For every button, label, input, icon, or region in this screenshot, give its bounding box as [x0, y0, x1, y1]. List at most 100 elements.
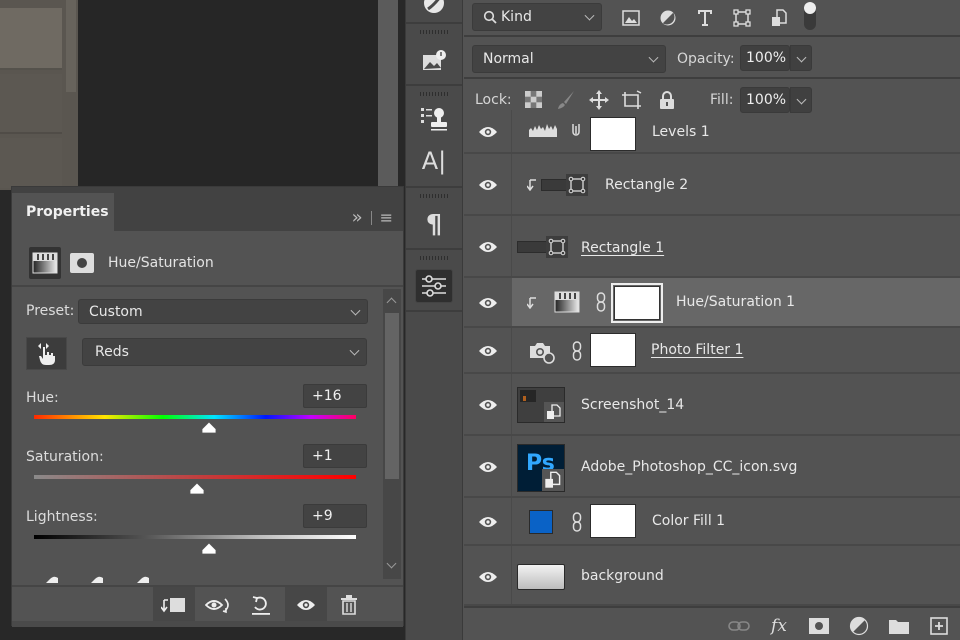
eyedropper-subtract-icon[interactable] [136, 575, 150, 583]
scroll-down-icon[interactable] [386, 558, 397, 569]
shape-thumbnail-icon[interactable] [566, 174, 588, 196]
opacity-dropdown[interactable] [790, 45, 812, 71]
clip-to-layer-button[interactable] [153, 587, 195, 623]
eye-icon[interactable] [478, 178, 498, 192]
eye-icon[interactable] [478, 570, 498, 584]
filter-kind-select[interactable]: Kind [472, 3, 602, 31]
view-previous-state-button[interactable] [198, 587, 240, 623]
mask-tab-button[interactable] [66, 247, 98, 279]
eye-icon[interactable] [478, 344, 498, 358]
preset-select[interactable]: Custom [78, 299, 368, 324]
grip-handle[interactable] [420, 30, 448, 34]
fx-button[interactable]: fx [768, 616, 790, 636]
eye-icon[interactable] [478, 296, 498, 310]
layer-name[interactable]: Hue/Saturation 1 [676, 294, 795, 310]
layer-mask-thumbnail[interactable] [590, 504, 636, 538]
hue-slider-track[interactable] [34, 415, 356, 419]
link-layers-button[interactable] [728, 616, 750, 636]
lightness-slider-thumb[interactable] [201, 542, 217, 555]
clone-source-button[interactable] [415, 102, 453, 136]
filter-type-button[interactable] [694, 7, 716, 29]
scroll-up-icon[interactable] [386, 297, 397, 308]
layer-name[interactable]: Levels 1 [652, 124, 710, 140]
eye-icon[interactable] [478, 125, 498, 139]
collapse-icon[interactable]: » [352, 207, 363, 228]
saturation-input[interactable]: +1 [303, 444, 367, 468]
grip-handle[interactable] [420, 92, 448, 96]
doc-scrollbar[interactable] [66, 0, 76, 92]
layer-mask-thumbnail[interactable] [590, 333, 636, 367]
add-mask-button[interactable] [808, 616, 830, 636]
shape-thumbnail-icon[interactable] [546, 236, 568, 258]
chain-link-icon[interactable] [572, 341, 582, 361]
scroll-thumb[interactable] [385, 313, 399, 479]
layer-row[interactable]: Rectangle 1 [464, 216, 960, 278]
color-button[interactable] [415, 0, 453, 20]
adjustments-button[interactable] [415, 269, 453, 303]
saturation-slider-track[interactable] [34, 475, 356, 479]
layer-name[interactable]: background [581, 568, 664, 584]
paragraph-button[interactable]: ¶ [415, 208, 453, 242]
eyedropper-icon[interactable] [45, 575, 59, 583]
canvas-scrollbar[interactable] [378, 0, 398, 186]
opacity-input[interactable]: 100% [740, 45, 790, 71]
eye-icon[interactable] [478, 240, 498, 254]
channel-select[interactable]: Reds [82, 338, 367, 366]
layer-mask-thumbnail-selected[interactable] [611, 283, 663, 323]
layer-row[interactable]: Screenshot_14 [464, 374, 960, 436]
targeted-adjustment-button[interactable] [26, 337, 67, 370]
reset-button[interactable] [240, 587, 282, 623]
panel-resize-grip[interactable] [12, 621, 403, 627]
filter-smart-object-button[interactable] [768, 7, 790, 29]
layer-name[interactable]: Screenshot_14 [581, 397, 684, 413]
filter-toggle[interactable] [804, 2, 816, 30]
layer-thumbnail[interactable] [517, 387, 565, 423]
image-alert-button[interactable] [415, 44, 453, 78]
layer-name[interactable]: Rectangle 1 [581, 240, 664, 256]
layer-thumbnail[interactable]: Ps [517, 444, 565, 492]
panel-menu-icon[interactable]: ≡ [380, 208, 393, 227]
eye-icon[interactable] [478, 460, 498, 474]
grip-handle[interactable] [420, 194, 448, 198]
lightness-input[interactable]: +9 [303, 504, 367, 528]
hue-slider-thumb[interactable] [201, 421, 217, 434]
layer-name[interactable]: Adobe_Photoshop_CC_icon.svg [581, 459, 797, 475]
filter-shape-button[interactable] [731, 7, 753, 29]
layer-row[interactable]: Levels 1 [464, 110, 960, 154]
character-button[interactable]: A| [415, 144, 453, 178]
layer-name[interactable]: Rectangle 2 [605, 177, 688, 193]
layer-name[interactable]: Photo Filter 1 [651, 342, 743, 358]
document-canvas[interactable] [78, 0, 378, 186]
layer-name[interactable]: Color Fill 1 [652, 513, 725, 529]
adjustment-tab-button[interactable] [29, 247, 61, 279]
saturation-slider-thumb[interactable] [189, 482, 205, 495]
layer-row[interactable]: background [464, 546, 960, 606]
toggle-visibility-button[interactable] [285, 587, 327, 623]
layer-row[interactable]: Photo Filter 1 [464, 328, 960, 374]
lightness-slider-track[interactable] [34, 535, 356, 539]
eyedropper-add-icon[interactable] [90, 575, 104, 583]
adjustment-layer-button[interactable] [848, 616, 870, 636]
filter-pixel-button[interactable] [620, 7, 642, 29]
chain-link-icon[interactable] [596, 292, 606, 312]
layer-row-selected[interactable]: Hue/Saturation 1 [464, 278, 960, 328]
layer-row[interactable]: Rectangle 2 [464, 154, 960, 216]
eye-icon[interactable] [478, 515, 498, 529]
layer-row[interactable]: Color Fill 1 [464, 498, 960, 546]
layer-thumbnail[interactable] [517, 564, 565, 590]
color-fill-swatch[interactable] [529, 510, 553, 534]
chain-link-icon[interactable] [572, 512, 582, 532]
eye-icon[interactable] [478, 398, 498, 412]
filter-adjustment-button[interactable] [657, 7, 679, 29]
new-layer-button[interactable] [928, 616, 950, 636]
hue-input[interactable]: +16 [303, 384, 367, 408]
blend-mode-select[interactable]: Normal [472, 45, 666, 73]
lock-transparent-button[interactable] [525, 91, 542, 112]
grip-handle[interactable] [420, 256, 448, 260]
layer-row[interactable]: Ps Adobe_Photoshop_CC_icon.svg [464, 436, 960, 498]
new-group-button[interactable] [888, 616, 910, 636]
tab-properties[interactable]: Properties [12, 193, 114, 231]
delete-button[interactable] [328, 587, 370, 623]
layer-mask-thumbnail[interactable] [590, 117, 636, 151]
properties-scrollbar[interactable] [383, 289, 401, 579]
